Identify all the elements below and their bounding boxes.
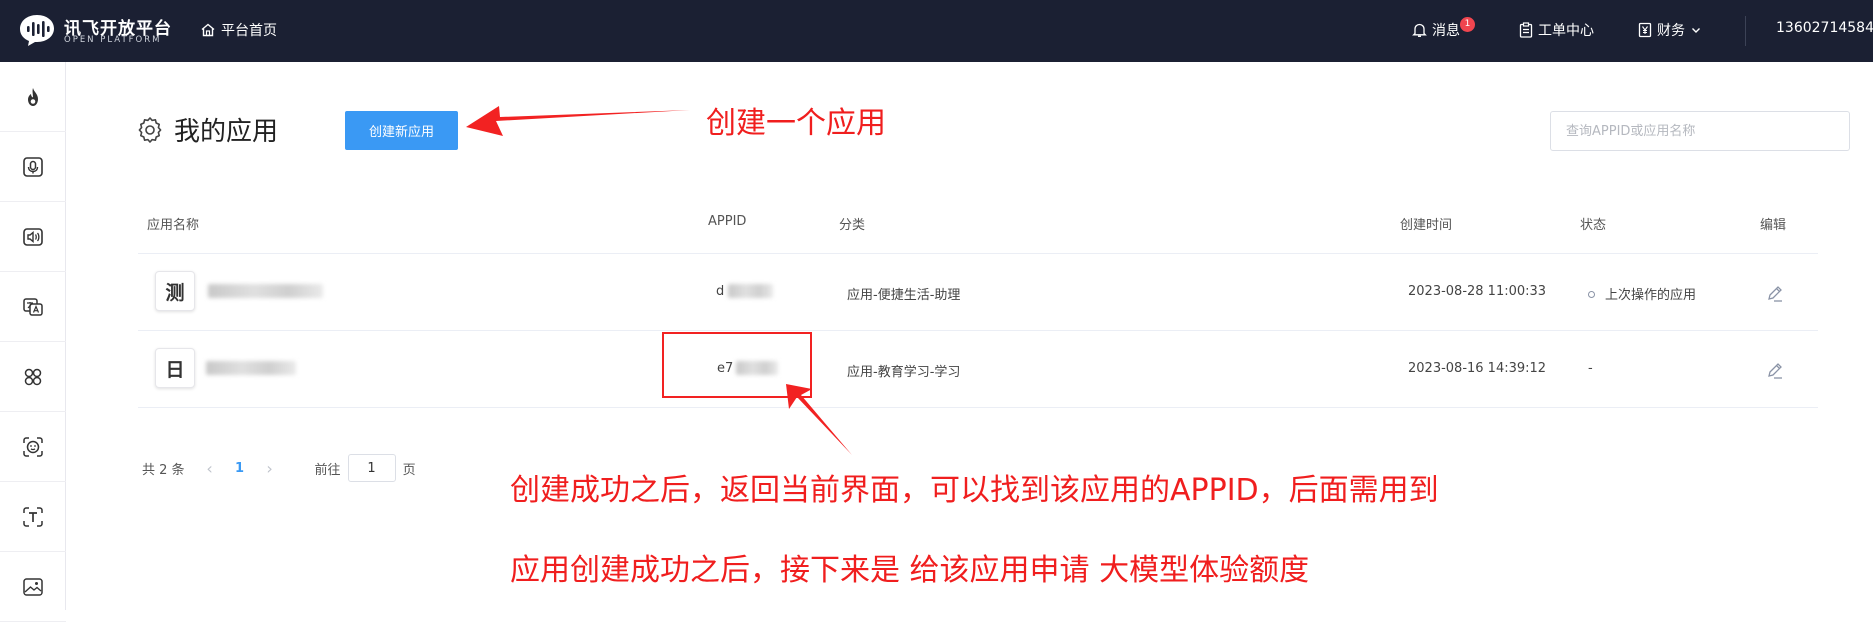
yuan-icon [1638,22,1652,38]
column-header-status: 状态 [1580,218,1607,233]
flame-icon [28,87,38,106]
appid-highlight-box [662,332,812,398]
edit-icon[interactable] [1765,283,1785,303]
annotation-next-step: 应用创建成功之后，接下来是 给该应用申请 大模型体验额度 [510,553,1310,588]
page-suffix: 页 [402,462,416,478]
finance-label: 财务 [1657,23,1685,39]
annotation-after-create: 创建成功之后，返回当前界面，可以找到该应用的APPID，后面需用到 [510,473,1439,508]
text-recognition-icon [23,506,43,527]
column-header-appid: APPID [708,214,747,229]
goto-page-input[interactable] [347,454,396,482]
sidebar-item-apps[interactable] [0,342,66,412]
image-icon [23,577,43,596]
apps-icon [24,368,42,385]
sidebar-item-text-recognition[interactable] [0,482,66,552]
appid-text: d [716,284,725,299]
sidebar-item-face-recognition[interactable] [0,412,66,482]
page-header: 我的应用 [136,111,278,148]
header-divider-line [138,253,1818,254]
annotation-create-app: 创建一个应用 [706,106,886,141]
category-value: 应用-便捷生活-助理 [847,288,961,303]
app-avatar: 日 [155,348,195,388]
user-phone: 13602714584 [1776,20,1873,36]
redacted-appid [728,284,773,298]
arrow-to-create-button [466,106,690,136]
face-recognition-icon [23,436,43,457]
header-divider [1745,16,1746,46]
user-account-menu[interactable]: 13602714584 [1776,20,1873,36]
bell-icon [1412,23,1427,37]
status-value: 上次操作的应用 [1588,284,1696,303]
column-header-category: 分类 [839,218,866,233]
workorder-label: 工单中心 [1538,23,1594,39]
status-value: - [1588,361,1593,376]
status-dot [1588,291,1595,298]
created-time-value: 2023-08-28 11:00:33 [1408,284,1547,299]
iflytek-logo[interactable]: 讯飞开放平台 OPEN PLATFORM [18,12,171,50]
appid-value[interactable]: d [716,284,724,299]
messages-label: 消息 [1432,23,1460,39]
sidebar-item-speech-synthesis[interactable] [0,202,66,272]
prev-page-button[interactable]: ‹ [195,459,225,478]
create-new-app-button[interactable]: 创建新应用 [345,111,458,150]
sidebar-item-speech-recognition[interactable] [0,132,66,202]
column-header-edit: 编辑 [1760,218,1787,233]
page-title: 我的应用 [174,117,279,147]
goto-label: 前往 [314,462,341,478]
translation-icon [23,297,43,316]
column-header-created-time: 创建时间 [1400,218,1453,233]
annotation-arrows [466,106,852,455]
app-avatar: 测 [155,271,195,311]
sidebar-item-translation[interactable] [0,272,66,342]
redacted-app-name [208,284,323,298]
category-value: 应用-教育学习-学习 [847,365,961,380]
sidebar-item-image[interactable] [0,552,66,622]
column-header-app-name: 应用名称 [147,218,200,233]
platform-home-link[interactable]: 平台首页 [200,20,277,40]
total-count: 共 2 条 [142,462,185,478]
messages-badge: 1 [1460,17,1475,32]
redacted-app-name [206,361,296,375]
logo-icon [20,15,54,46]
search-input[interactable] [1550,111,1850,151]
top-navigation-bar: 讯飞开放平台 OPEN PLATFORM 平台首页 消息 1 工单中心 财务 1… [0,0,1873,62]
workorder-center-link[interactable]: 工单中心 [1519,20,1594,40]
logo-subtitle: OPEN PLATFORM [64,35,162,45]
next-page-button[interactable]: › [255,459,285,478]
home-icon [201,23,215,37]
created-time-value: 2023-08-16 14:39:12 [1408,361,1547,376]
clipboard-icon [1519,22,1533,38]
messages-link[interactable]: 消息 1 [1412,17,1475,40]
pagination: 共 2 条 ‹ 1 › 前往 页 [142,454,416,482]
row-divider-line [138,407,1818,408]
speech-synthesis-icon [23,227,43,246]
gear-icon [138,116,162,143]
sidebar [0,62,66,622]
home-label: 平台首页 [221,23,277,39]
edit-icon[interactable] [1765,360,1785,380]
status-text: 上次操作的应用 [1605,288,1697,303]
finance-menu[interactable]: 财务 [1638,20,1702,40]
page-number[interactable]: 1 [225,461,255,476]
speech-recognition-icon [23,156,43,177]
row-divider-line [138,330,1818,331]
sidebar-item-hot[interactable] [0,62,66,132]
chevron-down-icon [1692,28,1700,33]
